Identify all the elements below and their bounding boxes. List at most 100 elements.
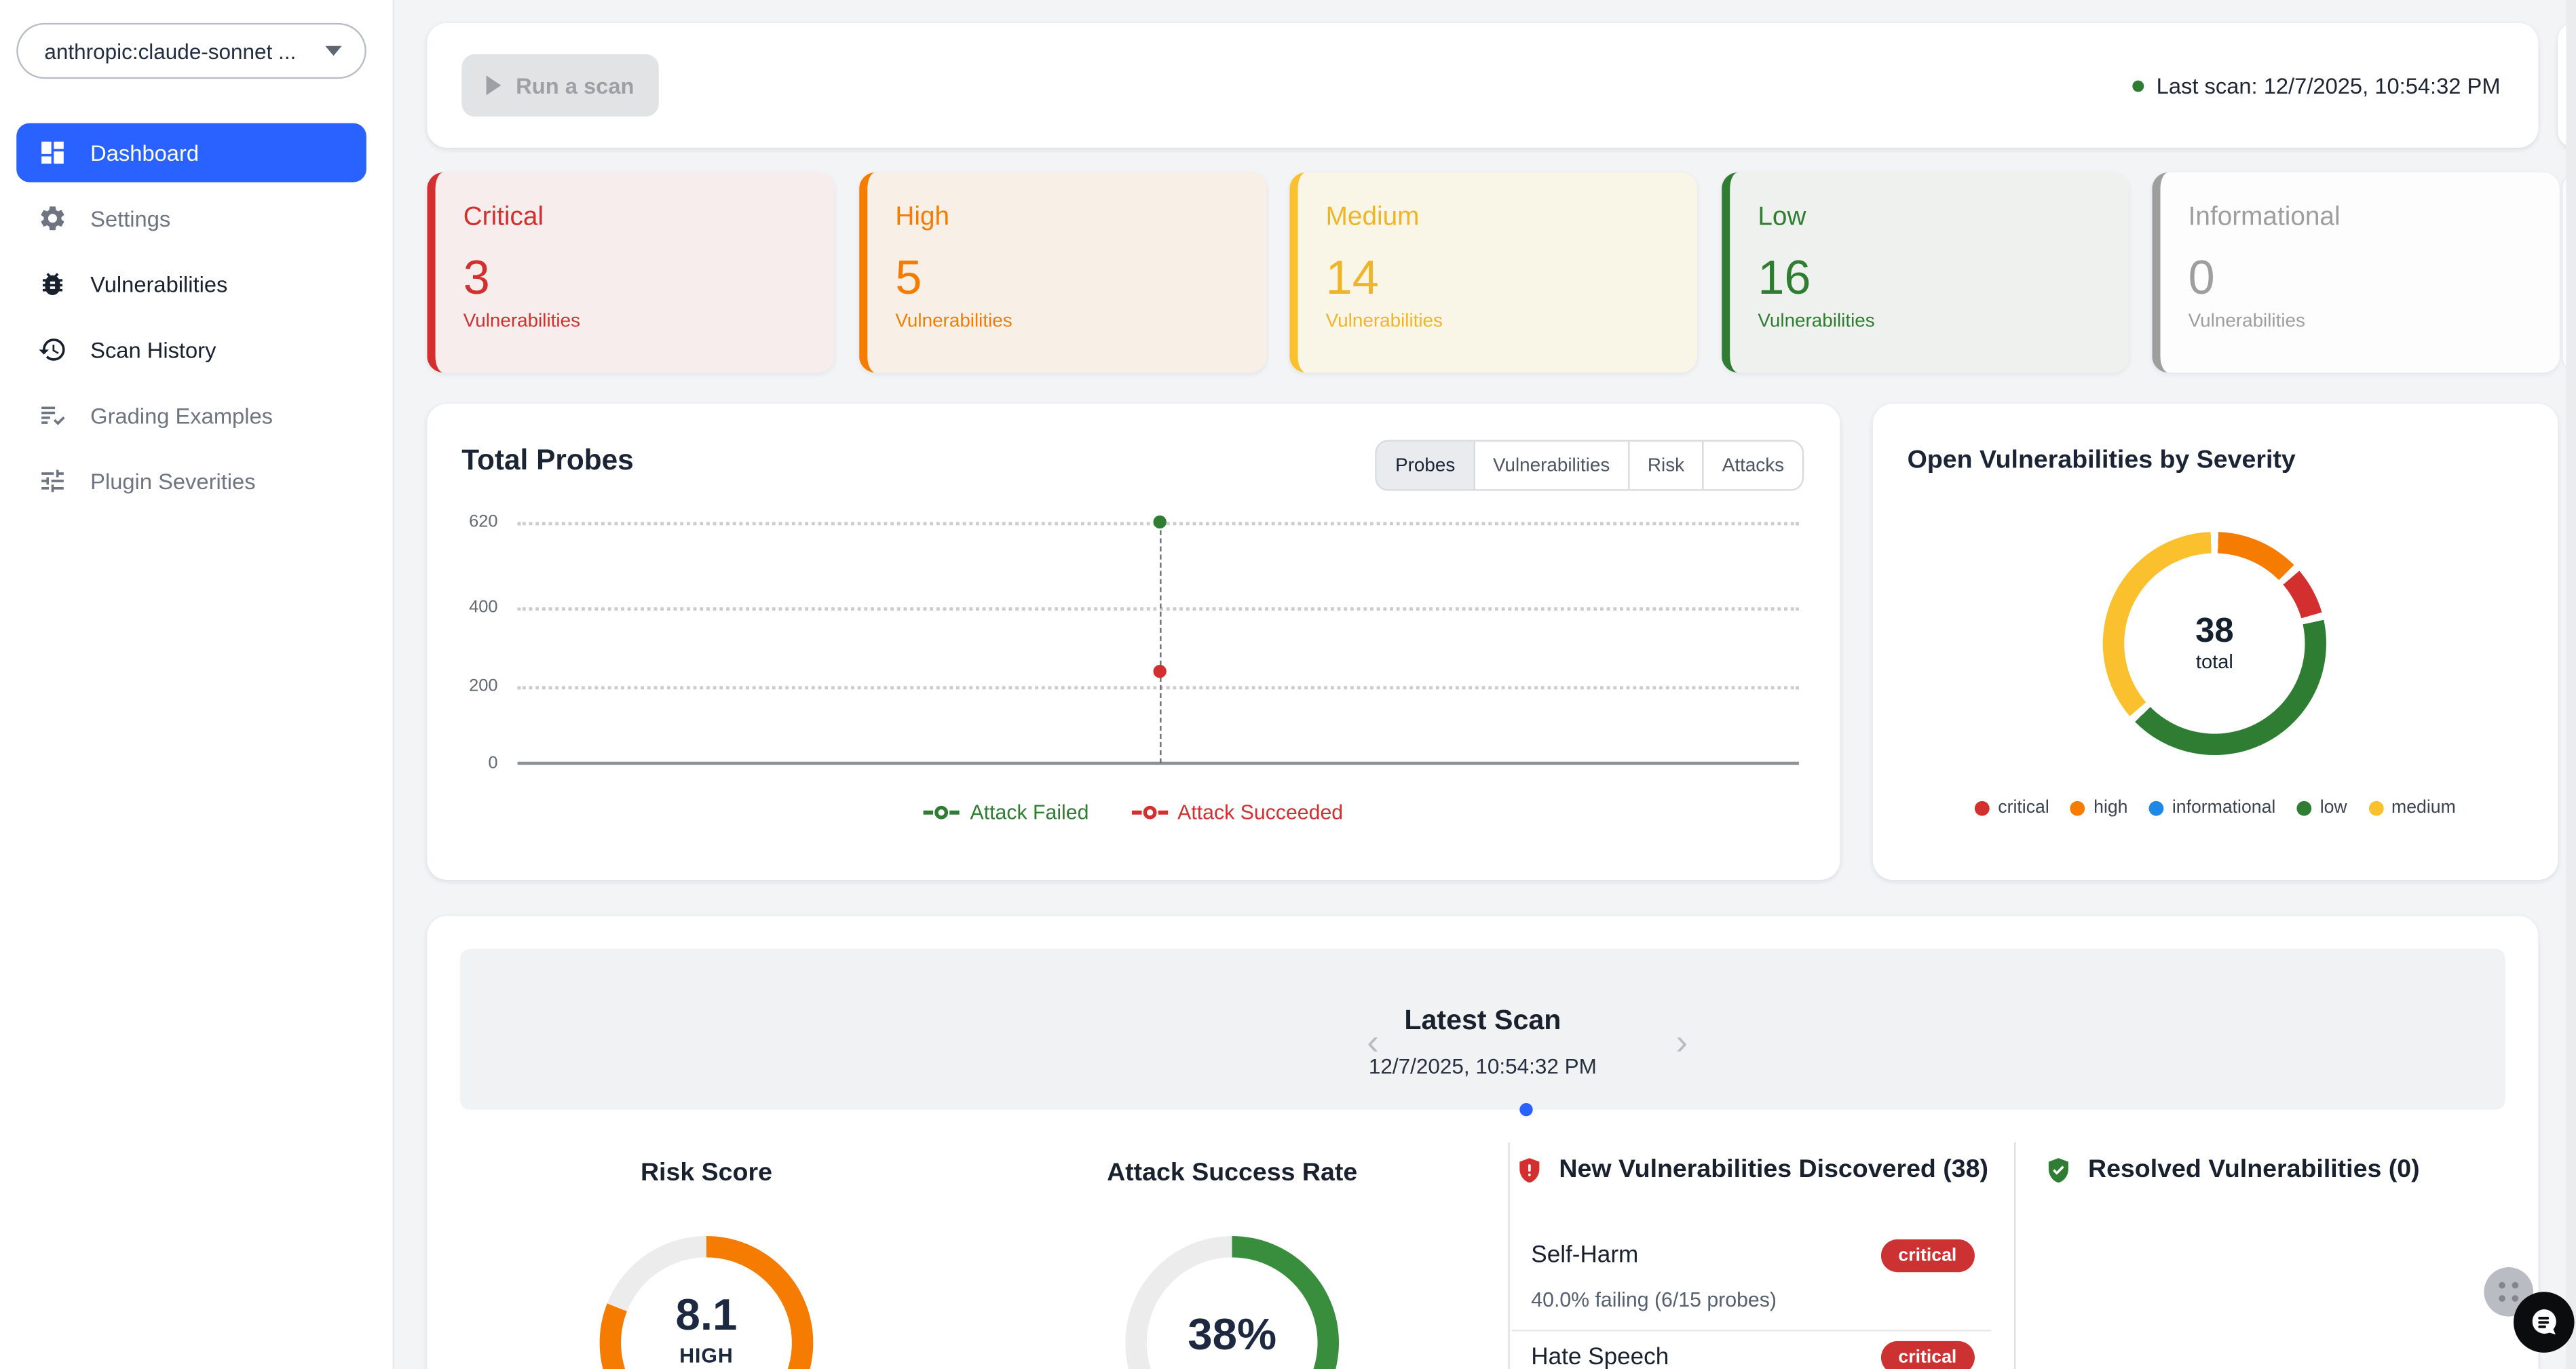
shield-check-icon: [2044, 1155, 2074, 1185]
severity-card-count: 5: [895, 254, 1266, 304]
latest-scan-title: Latest Scan: [460, 1005, 2505, 1037]
sidebar-item-label: Dashboard: [90, 140, 199, 165]
latest-scan-panel: Latest Scan 12/7/2025, 10:54:32 PM ‹ › R…: [427, 916, 2538, 1369]
gear-icon: [38, 204, 68, 233]
scan-marker-line: [1160, 522, 1161, 763]
legend-dot-icon: [2297, 801, 2312, 815]
gridline-400: [518, 607, 1799, 611]
risk-score-value: 8.1: [600, 1290, 814, 1341]
legend-item-medium[interactable]: medium: [2368, 798, 2456, 817]
vuln-name: Self-Harm: [1531, 1243, 1638, 1269]
sidebar-item-grading-examples[interactable]: Grading Examples: [16, 386, 366, 445]
last-scan-text: Last scan: 12/7/2025, 10:54:32 PM: [2157, 73, 2501, 98]
sidebar-item-dashboard[interactable]: Dashboard: [16, 123, 366, 182]
severity-card-title: Low: [1758, 202, 2129, 235]
vuln-list-item[interactable]: Self-Harm critical: [1531, 1239, 1975, 1272]
new-vulns-header: New Vulnerabilities Discovered (38): [1515, 1155, 1988, 1185]
legend-label: Attack Failed: [970, 801, 1089, 824]
sidebar: anthropic:claude-sonnet ... Dashboard Se…: [0, 0, 394, 1369]
legend-dot-icon: [2149, 801, 2164, 815]
severity-badge: critical: [1880, 1239, 1975, 1272]
legend-label: Attack Succeeded: [1177, 801, 1343, 824]
sidebar-item-label: Settings: [90, 206, 170, 231]
severity-card-sublabel: Vulnerabilities: [2189, 312, 2560, 332]
scatter-dot-failed[interactable]: [1153, 516, 1166, 528]
history-icon: [38, 335, 68, 365]
dashboard-viewport: anthropic:claude-sonnet ... Dashboard Se…: [0, 0, 2576, 1369]
severity-badge: critical: [1880, 1341, 1975, 1369]
severity-card-count: 0: [2189, 254, 2560, 304]
legend-label: medium: [2391, 798, 2456, 817]
total-probes-panel: Total Probes Probes Vulnerabilities Risk…: [427, 404, 1840, 880]
legend-dot-icon: [2070, 801, 2085, 815]
play-icon: [487, 75, 501, 95]
list-divider: [1511, 1330, 1991, 1331]
x-axis-line: [518, 762, 1799, 765]
open-vulns-title: Open Vulnerabilities by Severity: [1908, 446, 2296, 476]
new-vulns-title: New Vulnerabilities Discovered (38): [1559, 1155, 1988, 1185]
carousel-page-dot[interactable]: [1519, 1103, 1532, 1116]
scan-toolbar-card: Run a scan Last scan: 12/7/2025, 10:54:3…: [427, 23, 2538, 148]
y-axis-tick: 0: [432, 754, 498, 773]
chat-bubble-icon: [2526, 1305, 2561, 1340]
sidebar-item-label: Grading Examples: [90, 403, 273, 427]
severity-card-low[interactable]: Low 16 Vulnerabilities: [1722, 172, 2129, 372]
column-divider: [2014, 1142, 2015, 1369]
tab-attacks[interactable]: Attacks: [1703, 442, 1802, 489]
legend-item-critical[interactable]: critical: [1975, 798, 2049, 817]
sidebar-item-settings[interactable]: Settings: [16, 189, 366, 248]
severity-card-count: 14: [1326, 254, 1697, 304]
legend-dot-icon: [2368, 801, 2383, 815]
tab-risk[interactable]: Risk: [1628, 442, 1703, 489]
chevron-down-icon: [325, 46, 341, 56]
legend-item-low[interactable]: low: [2297, 798, 2347, 817]
vuln-list-item[interactable]: Hate Speech critical: [1531, 1341, 1975, 1369]
legend-item-informational[interactable]: informational: [2149, 798, 2275, 817]
probes-chart-legend: Attack Failed Attack Succeeded: [427, 801, 1840, 824]
resolved-vulns-title: Resolved Vulnerabilities (0): [2088, 1155, 2420, 1185]
shield-alert-icon: [1515, 1155, 1545, 1185]
severity-card-title: Medium: [1326, 202, 1697, 235]
legend-label: informational: [2172, 798, 2275, 817]
severity-card-title: High: [895, 202, 1266, 235]
sliders-icon: [38, 466, 68, 496]
severity-card-medium[interactable]: Medium 14 Vulnerabilities: [1289, 172, 1697, 372]
sidebar-item-vulnerabilities[interactable]: Vulnerabilities: [16, 254, 366, 313]
vuln-name: Hate Speech: [1531, 1345, 1669, 1369]
probes-chart-plot: 620 400 200 0: [518, 522, 1799, 763]
sidebar-item-scan-history[interactable]: Scan History: [16, 320, 366, 379]
scrollbar-track[interactable]: [2566, 0, 2576, 1369]
severity-card-high[interactable]: High 5 Vulnerabilities: [859, 172, 1266, 372]
carousel-prev-icon[interactable]: ‹: [1367, 1024, 1379, 1060]
legend-label: high: [2094, 798, 2127, 817]
run-scan-button[interactable]: Run a scan: [461, 54, 659, 117]
latest-scan-timestamp: 12/7/2025, 10:54:32 PM: [460, 1054, 2505, 1078]
carousel-next-icon[interactable]: ›: [1675, 1024, 1688, 1060]
tab-probes[interactable]: Probes: [1377, 442, 1473, 489]
bug-icon: [38, 269, 68, 299]
scan-carousel: Latest Scan 12/7/2025, 10:54:32 PM ‹ ›: [460, 949, 2505, 1110]
resolved-vulns-header: Resolved Vulnerabilities (0): [2044, 1155, 2420, 1185]
donut-legend: critical high informational low medium: [1873, 798, 2558, 817]
sidebar-item-plugin-severities[interactable]: Plugin Severities: [16, 451, 366, 510]
tab-vulnerabilities[interactable]: Vulnerabilities: [1473, 442, 1628, 489]
model-selector-value: anthropic:claude-sonnet ...: [44, 39, 315, 63]
severity-card-sublabel: Vulnerabilities: [1326, 312, 1697, 332]
severity-card-critical[interactable]: Critical 3 Vulnerabilities: [427, 172, 834, 372]
legend-dot-icon: [1975, 801, 1990, 815]
gridline-200: [518, 686, 1799, 689]
donut-total-value: 38: [2195, 614, 2234, 650]
vuln-detail: 40.0% failing (6/15 probes): [1531, 1288, 1777, 1311]
model-selector[interactable]: anthropic:claude-sonnet ...: [16, 23, 366, 79]
legend-item-attack-succeeded[interactable]: Attack Succeeded: [1131, 801, 1343, 824]
legend-item-attack-failed[interactable]: Attack Failed: [924, 801, 1089, 824]
column-divider: [1508, 1142, 1509, 1369]
legend-item-high[interactable]: high: [2070, 798, 2127, 817]
severity-card-count: 3: [463, 254, 835, 304]
risk-score-level: HIGH: [600, 1345, 814, 1368]
legend-label: critical: [1998, 798, 2049, 817]
severity-card-informational[interactable]: Informational 0 Vulnerabilities: [2152, 172, 2559, 372]
scatter-dot-succeeded[interactable]: [1153, 666, 1166, 678]
chat-bubble-button[interactable]: [2514, 1292, 2575, 1353]
line-dot-icon: [924, 805, 960, 821]
